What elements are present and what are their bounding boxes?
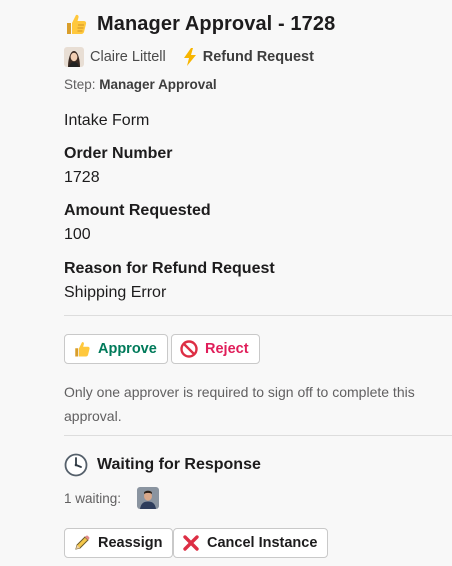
approve-label: Approve: [98, 341, 157, 357]
lightning-bolt-icon: [182, 48, 198, 66]
workflow-name[interactable]: Refund Request: [203, 49, 314, 65]
request-meta: Claire Littell Refund Request: [64, 45, 314, 69]
approver-avatar[interactable]: [137, 487, 160, 509]
field-label-refund-reason: Reason for Refund Request: [64, 260, 275, 277]
field-value-refund-reason: Shipping Error: [64, 284, 167, 301]
approval-note: Only one approver is required to sign of…: [64, 384, 415, 424]
step-label: Step:: [64, 77, 96, 92]
waiting-count: 1 waiting:: [64, 490, 122, 506]
cancel-instance-label: Cancel Instance: [207, 535, 318, 551]
field-label-order-number: Order Number: [64, 145, 173, 162]
field-value-order-number: 1728: [64, 169, 100, 186]
approve-button[interactable]: Approve: [64, 334, 168, 364]
thumbs-up-icon: [64, 12, 88, 36]
cancel-instance-button[interactable]: Cancel Instance: [173, 528, 329, 558]
step-value: Manager Approval: [99, 77, 217, 92]
waiting-status: Waiting for Response: [64, 452, 261, 478]
field-label-amount-requested: Amount Requested: [64, 202, 211, 219]
no-entry-icon: [180, 340, 198, 358]
divider: [64, 315, 452, 316]
thumbs-up-icon: [73, 340, 91, 358]
reject-button[interactable]: Reject: [171, 334, 260, 364]
page-title: Manager Approval - 1728: [97, 12, 336, 35]
red-x-icon: [182, 534, 200, 552]
requester-avatar[interactable]: [64, 47, 84, 67]
reject-label: Reject: [205, 341, 249, 357]
clock-icon: [64, 453, 88, 477]
pencil-icon: [73, 534, 91, 552]
field-value-amount-requested: 100: [64, 226, 91, 243]
form-title: Intake Form: [64, 112, 150, 129]
divider: [64, 435, 452, 436]
reassign-button[interactable]: Reassign: [64, 528, 174, 558]
waiting-title: Waiting for Response: [97, 456, 261, 473]
approval-title-row: Manager Approval - 1728: [64, 10, 335, 38]
requester-name[interactable]: Claire Littell: [90, 49, 166, 65]
reassign-label: Reassign: [98, 535, 163, 551]
step-indicator: Step: Manager Approval: [64, 77, 217, 92]
waiting-list: 1 waiting:: [64, 487, 160, 509]
